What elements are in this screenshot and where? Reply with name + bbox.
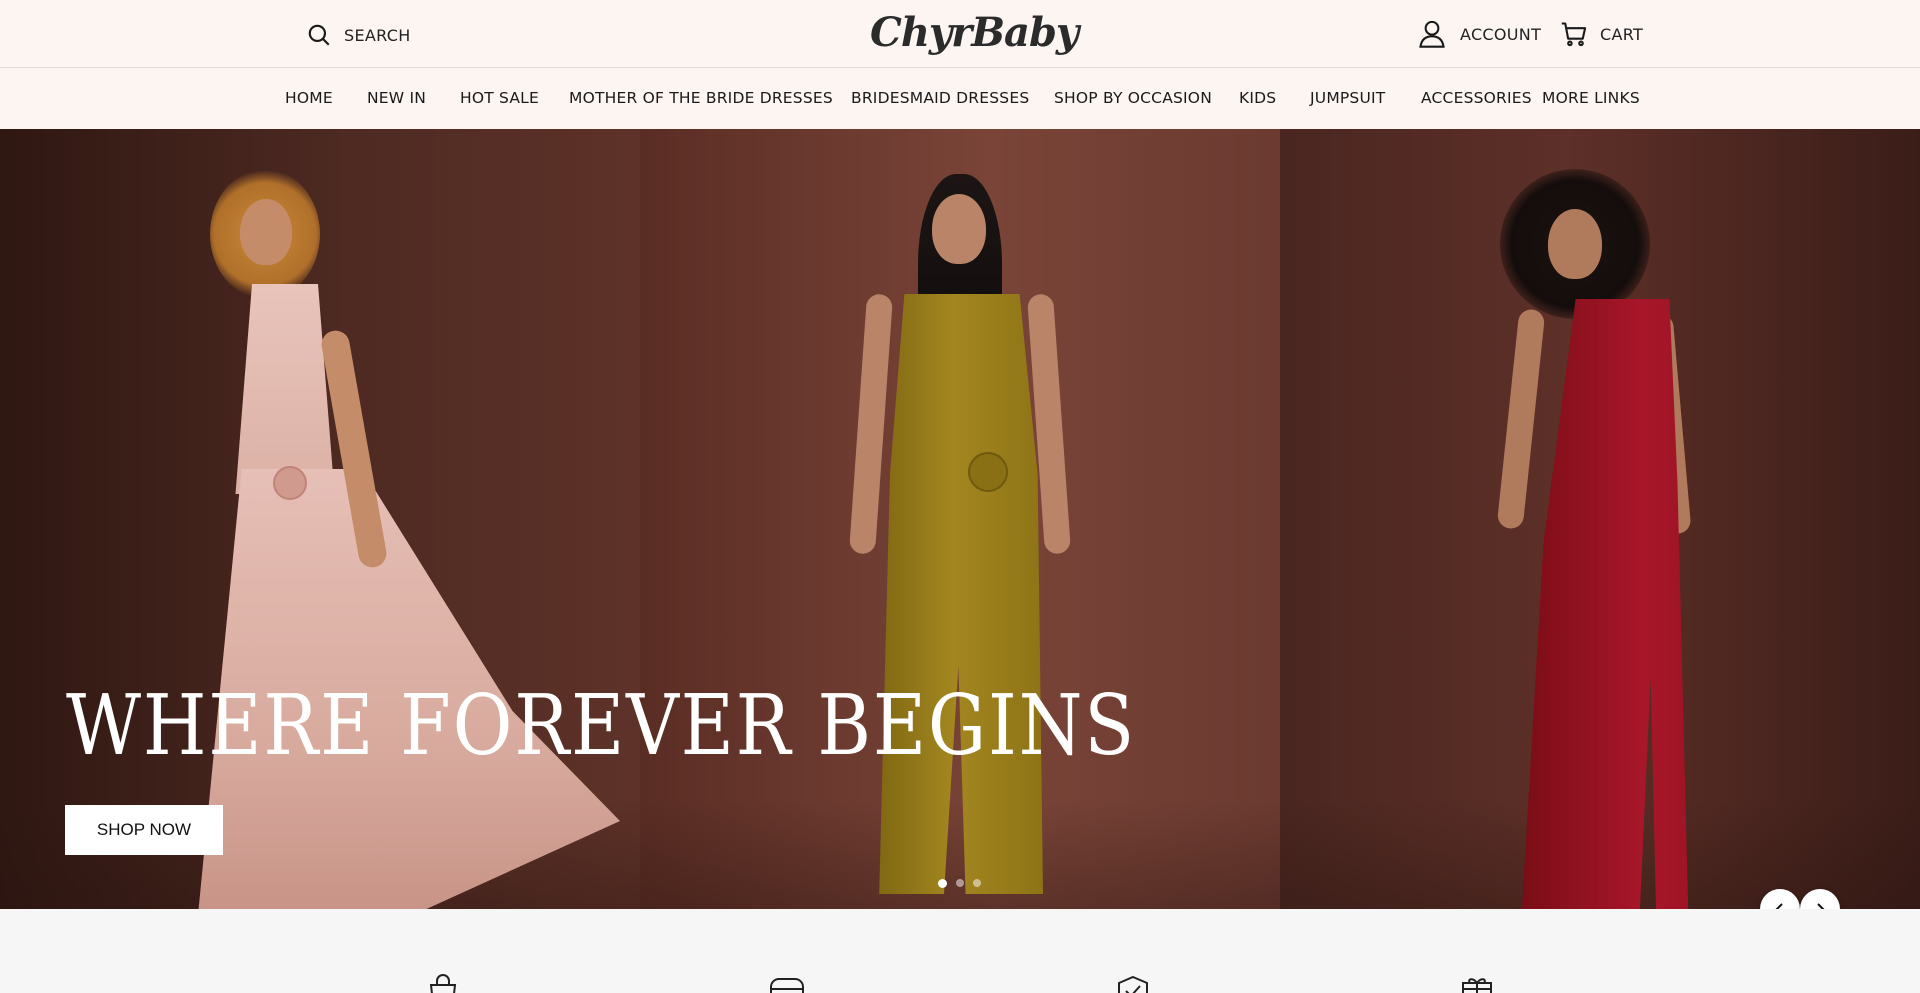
features-strip [0,909,1920,993]
account-label: ACCOUNT [1460,24,1542,44]
brand-logo[interactable]: ChyrBaby [870,8,1079,58]
search-label: SEARCH [344,25,411,45]
nav-item-accessories[interactable]: ACCESSORIES [1421,89,1532,107]
cart-label: CART [1600,24,1644,44]
nav-item-home[interactable]: HOME [285,89,333,107]
hero-banner[interactable]: WHERE FOREVER BEGINS SHOP NOW [0,129,1920,909]
nav-item-jumpsuit[interactable]: JUMPSUIT [1310,89,1385,107]
nav-item-mother-of-the-bride[interactable]: MOTHER OF THE BRIDE DRESSES [569,89,833,107]
gift-box-icon [1462,978,1492,993]
carousel-dot-1[interactable] [938,879,947,888]
account-button[interactable]: ACCOUNT [1418,18,1541,50]
header-top-bar: SEARCH ChyrBaby ACCOUNT CART [0,0,1920,68]
carousel-dot-3[interactable] [973,879,981,887]
hero-headline: WHERE FOREVER BEGINS [66,677,1137,774]
payment-card-icon [770,978,804,993]
shopping-bag-icon [429,974,457,993]
nav-item-hot-sale[interactable]: HOT SALE [460,89,539,107]
shop-now-button[interactable]: SHOP NOW [65,805,223,855]
model-olive-dress-image [848,174,1072,909]
nav-item-bridesmaid-dresses[interactable]: BRIDESMAID DRESSES [851,89,1029,107]
carousel-dot-2[interactable] [956,879,964,887]
carousel-indicators [938,879,981,888]
nav-item-new-in[interactable]: NEW IN [367,89,426,107]
nav-item-shop-by-occasion[interactable]: SHOP BY OCCASION [1054,89,1212,107]
cart-icon [1561,22,1587,47]
main-navigation: HOME NEW IN HOT SALE MOTHER OF THE BRIDE… [0,68,1920,129]
cart-button[interactable]: CART [1560,18,1643,50]
user-icon [1419,20,1445,48]
nav-item-kids[interactable]: KIDS [1239,89,1276,107]
model-blush-gown-image [190,169,620,909]
search-button[interactable]: SEARCH [306,20,411,50]
nav-item-more-links[interactable]: MORE LINKS [1542,89,1640,107]
search-icon [308,24,330,46]
shield-check-icon [1118,975,1148,993]
model-red-gown-image [1430,169,1790,909]
